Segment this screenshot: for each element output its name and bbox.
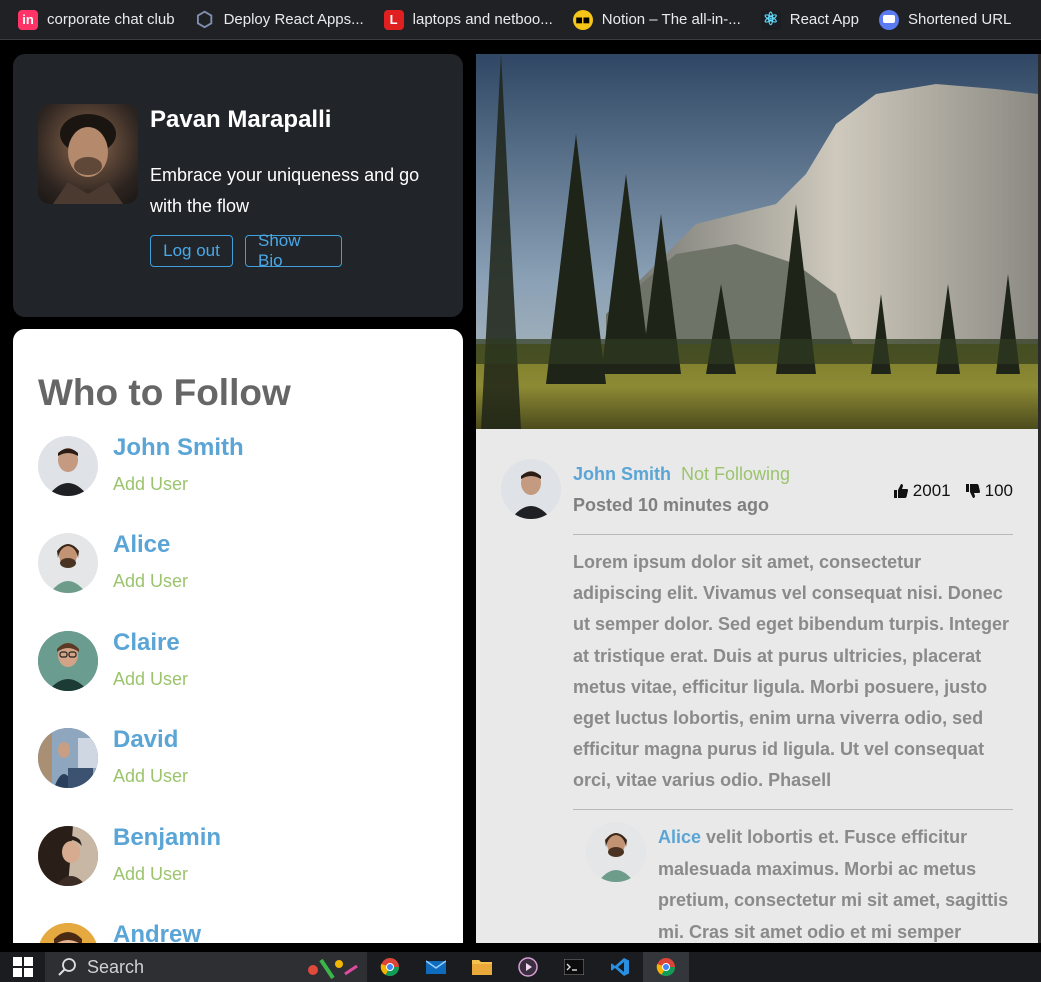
bookmark-notion[interactable]: ■■ Notion – The all-in-... <box>572 9 741 30</box>
follow-user-name[interactable]: Benjamin <box>113 824 221 852</box>
follow-user-name[interactable]: David <box>113 726 178 754</box>
follow-item: John Smith Add User <box>38 434 438 506</box>
search-icon <box>58 958 76 976</box>
comment: Alice velit lobortis et. Fusce efficitur… <box>658 822 1018 943</box>
follow-user-name[interactable]: Alice <box>113 531 170 559</box>
follow-item: Andrew <box>38 921 438 943</box>
post-body-text: Lorem ipsum dolor sit amet, consectetur … <box>573 552 1010 791</box>
like-count: 2001 <box>912 481 951 500</box>
vscode-icon[interactable] <box>597 952 643 982</box>
comment-text: velit lobortis et. Fusce efficitur males… <box>658 827 1009 942</box>
add-user-button[interactable]: Add User <box>113 766 188 787</box>
follow-title: Who to Follow <box>38 372 291 413</box>
terminal-icon[interactable] <box>551 952 597 982</box>
start-button[interactable] <box>0 952 45 982</box>
comment-author-avatar[interactable] <box>586 822 646 882</box>
comment-author-name[interactable]: Alice <box>658 827 701 847</box>
bookmark-laptops[interactable]: L laptops and netboo... <box>383 9 553 30</box>
file-explorer-icon[interactable] <box>459 952 505 982</box>
user-avatar[interactable] <box>38 728 98 788</box>
follow-item: Alice Add User <box>38 531 438 603</box>
mail-icon[interactable] <box>413 952 459 982</box>
sunglasses-emoji-icon: ■■ <box>572 9 593 30</box>
profile-card: Pavan Marapalli Embrace your uniqueness … <box>13 54 463 317</box>
follow-user-name[interactable]: John Smith <box>113 434 244 462</box>
who-to-follow-card: Who to Follow John Smith Add User Alice … <box>13 329 463 943</box>
bookmark-deploy-react-apps[interactable]: ⬡ Deploy React Apps... <box>195 9 364 31</box>
hexagon-icon: ⬡ <box>195 9 214 31</box>
follow-status-link[interactable]: Not Following <box>681 464 790 485</box>
invision-icon: in <box>18 9 38 30</box>
post-card: John Smith Not Following Posted 10 minut… <box>476 429 1038 943</box>
bookmark-corporate-chat-club[interactable]: in corporate chat club <box>18 9 175 30</box>
user-avatar[interactable] <box>38 826 98 886</box>
profile-avatar <box>38 104 138 204</box>
profile-bio: Embrace your uniqueness and go with the … <box>150 165 420 216</box>
chat-bubble-icon <box>878 9 899 30</box>
dislike-button[interactable]: 100 <box>965 481 1013 501</box>
user-avatar[interactable] <box>38 533 98 593</box>
post-author-avatar[interactable] <box>501 459 561 519</box>
search-highlight-icon <box>308 958 358 980</box>
media-player-icon[interactable] <box>505 952 551 982</box>
like-button[interactable]: 2001 <box>893 481 951 501</box>
bookmark-label: laptops and netboo... <box>412 11 553 28</box>
follow-user-name[interactable]: Claire <box>113 629 180 657</box>
windows-logo-icon <box>12 957 33 977</box>
post-hero-image <box>476 54 1038 429</box>
logout-button[interactable]: Log out <box>150 235 233 267</box>
thumbs-up-icon <box>893 484 908 498</box>
react-icon: ⚛ <box>760 9 781 30</box>
user-avatar[interactable] <box>38 923 98 943</box>
comment-divider <box>573 809 1013 810</box>
follow-user-name[interactable]: Andrew <box>113 921 201 943</box>
taskbar-search[interactable]: Search <box>45 952 367 982</box>
add-user-button[interactable]: Add User <box>113 571 188 592</box>
bookmark-label: Deploy React Apps... <box>223 11 364 28</box>
windows-taskbar: Search <box>0 952 1041 982</box>
user-avatar[interactable] <box>38 436 98 496</box>
post-votes: 2001 100 <box>893 481 1013 501</box>
post-divider <box>573 534 1013 535</box>
chrome-icon[interactable] <box>367 952 413 982</box>
bookmark-shortened-url[interactable]: Shortened URL <box>878 9 1012 30</box>
follow-item: Claire Add User <box>38 629 438 701</box>
add-user-button[interactable]: Add User <box>113 474 188 495</box>
post-timestamp: Posted 10 minutes ago <box>573 495 770 515</box>
bookmark-label: Shortened URL <box>907 11 1012 28</box>
post-author-name[interactable]: John Smith <box>573 464 671 485</box>
show-bio-button[interactable]: Show Bio <box>245 231 342 270</box>
chrome-active-icon[interactable] <box>643 952 689 982</box>
follow-item: Benjamin Add User <box>38 824 438 896</box>
follow-item: David Add User <box>38 726 438 798</box>
add-user-button[interactable]: Add User <box>113 864 188 885</box>
add-user-button[interactable]: Add User <box>113 669 188 690</box>
bookmark-label: corporate chat club <box>47 11 175 28</box>
bookmark-label: React App <box>789 11 859 28</box>
l-logo-icon: L <box>383 9 404 30</box>
thumbs-down-icon <box>965 484 980 498</box>
bookmark-react-app[interactable]: ⚛ React App <box>760 9 859 30</box>
user-avatar[interactable] <box>38 631 98 691</box>
profile-name: Pavan Marapalli <box>150 106 332 133</box>
search-label: Search <box>87 956 145 977</box>
dislike-count: 100 <box>984 481 1013 500</box>
bookmark-label: Notion – The all-in-... <box>601 11 741 28</box>
bookmarks-bar: in corporate chat club ⬡ Deploy React Ap… <box>0 0 1041 40</box>
